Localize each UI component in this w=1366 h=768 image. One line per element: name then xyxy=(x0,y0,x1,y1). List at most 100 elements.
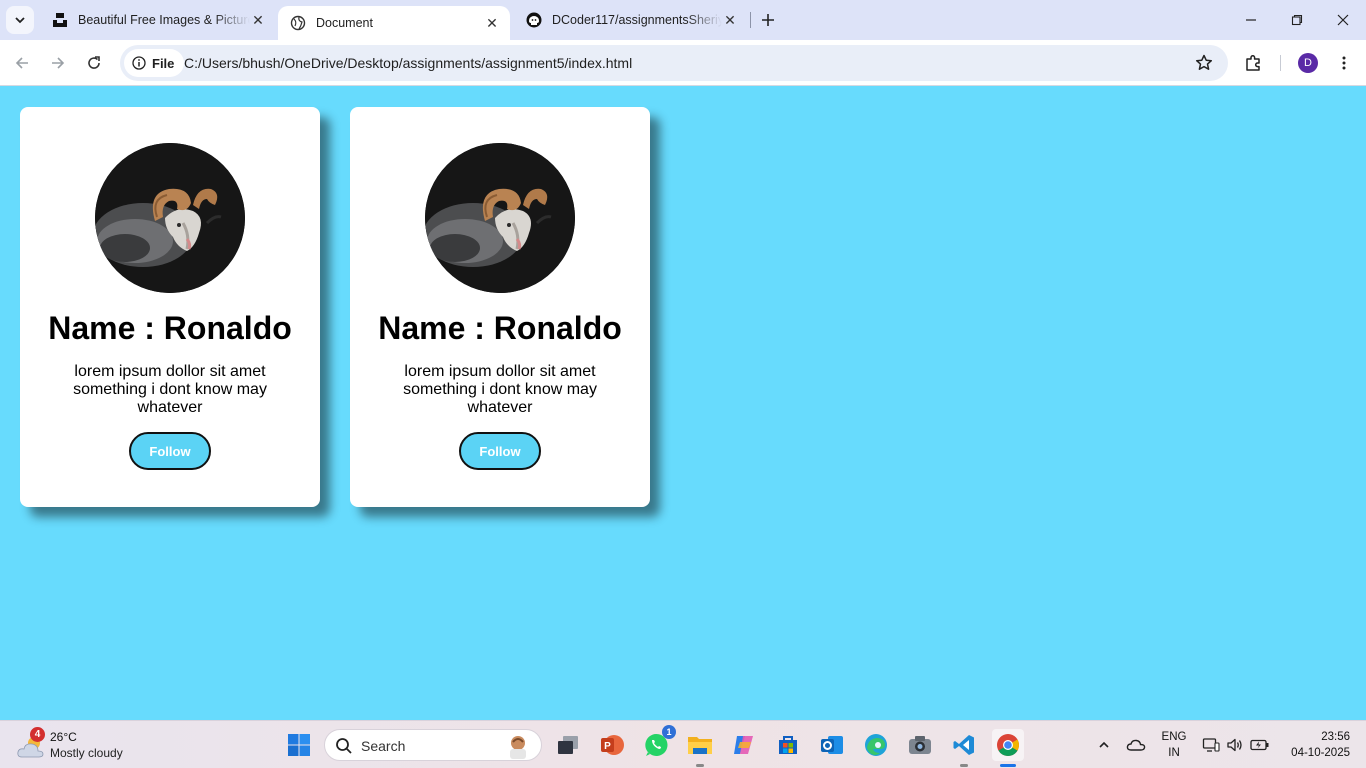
browser-toolbar: File C:/Users/bhush/OneDrive/Desktop/ass… xyxy=(0,40,1366,86)
ram-avatar-image xyxy=(95,143,245,293)
task-view-button[interactable] xyxy=(552,729,584,761)
follow-button[interactable]: Follow xyxy=(459,432,541,470)
task-view-icon xyxy=(558,736,578,754)
outlook-app[interactable] xyxy=(816,729,848,761)
plus-icon xyxy=(762,14,774,26)
running-indicator xyxy=(696,764,704,767)
profile-card: Name : Ronaldo lorem ipsum dollor sit am… xyxy=(20,107,320,507)
forward-button[interactable] xyxy=(44,49,72,77)
camera-icon xyxy=(909,736,931,754)
speaker-icon xyxy=(1227,738,1242,752)
taskbar-search[interactable]: Search xyxy=(324,729,542,761)
bookmark-star-button[interactable] xyxy=(1194,53,1214,73)
language-indicator[interactable]: ENG IN xyxy=(1158,729,1190,761)
tab-strip: Beautiful Free Images & Pictures ✕ Docum… xyxy=(0,0,1366,40)
menu-button[interactable] xyxy=(1332,51,1356,75)
vscode-icon xyxy=(953,735,974,755)
powerpoint-app[interactable]: P xyxy=(596,729,628,761)
weather-condition: Mostly cloudy xyxy=(50,746,123,760)
cloud-icon xyxy=(1126,739,1146,751)
battery-button[interactable] xyxy=(1246,729,1274,761)
profile-avatar[interactable]: D xyxy=(1298,53,1318,73)
microsoft-store-app[interactable] xyxy=(772,729,804,761)
running-indicator xyxy=(1000,764,1016,767)
whatsapp-app[interactable]: 1 xyxy=(640,725,676,761)
vscode-app[interactable] xyxy=(948,729,980,767)
restore-button[interactable] xyxy=(1274,0,1320,40)
store-icon xyxy=(779,736,797,754)
taskbar-clock[interactable]: 23:56 04-10-2025 xyxy=(1284,729,1350,761)
site-info-chip[interactable]: File xyxy=(124,49,185,77)
info-icon xyxy=(132,56,146,70)
minimize-button[interactable] xyxy=(1228,0,1274,40)
tab-github[interactable]: DCoder117/assignmentsSheriyans ✕ xyxy=(514,0,748,40)
tab-search-button[interactable] xyxy=(6,6,34,34)
back-button[interactable] xyxy=(8,49,36,77)
clock-time: 23:56 xyxy=(1321,731,1350,743)
start-button[interactable] xyxy=(283,729,315,761)
network-icon xyxy=(1202,738,1220,752)
volume-button[interactable] xyxy=(1222,729,1248,761)
address-bar[interactable]: File C:/Users/bhush/OneDrive/Desktop/ass… xyxy=(120,45,1228,81)
camera-app[interactable] xyxy=(904,729,936,761)
chevron-up-icon xyxy=(1099,741,1109,748)
search-icon xyxy=(336,738,352,754)
github-icon xyxy=(526,12,542,28)
chrome-icon xyxy=(997,734,1019,756)
weather-temperature: 26°C xyxy=(50,730,77,744)
clock-date: 04-10-2025 xyxy=(1291,747,1350,759)
arrow-left-icon xyxy=(15,57,28,69)
chrome-app[interactable] xyxy=(992,729,1024,767)
star-icon xyxy=(1195,54,1213,70)
profile-name: Name : Ronaldo xyxy=(378,310,622,346)
network-button[interactable] xyxy=(1198,729,1224,761)
battery-charging-icon xyxy=(1250,739,1269,751)
copilot-icon xyxy=(734,736,753,754)
unsplash-icon xyxy=(53,13,67,27)
tab-unsplash[interactable]: Beautiful Free Images & Pictures ✕ xyxy=(40,0,276,40)
arrow-right-icon xyxy=(52,57,65,69)
weather-widget[interactable]: 4 26°C Mostly cloudy xyxy=(16,727,146,763)
folder-icon xyxy=(688,737,712,754)
close-icon[interactable]: ✕ xyxy=(722,12,738,28)
edge-app[interactable] xyxy=(860,729,892,761)
tab-document[interactable]: Document ✕ xyxy=(278,6,510,40)
show-hidden-icons-button[interactable] xyxy=(1090,729,1118,761)
ram-image xyxy=(95,143,245,293)
svg-text:P: P xyxy=(604,741,611,752)
ram-avatar-image xyxy=(425,143,575,293)
windows-icon xyxy=(288,734,310,756)
follow-button[interactable]: Follow xyxy=(129,432,211,470)
edge-icon xyxy=(865,734,887,756)
profile-card: Name : Ronaldo lorem ipsum dollor sit am… xyxy=(350,107,650,507)
puzzle-icon xyxy=(1246,54,1260,71)
notification-badge: 1 xyxy=(662,725,676,739)
ram-image xyxy=(425,143,575,293)
globe-icon xyxy=(290,15,306,31)
copilot-app[interactable] xyxy=(728,729,760,761)
new-tab-button[interactable] xyxy=(756,8,780,32)
search-highlight-icon xyxy=(510,736,526,759)
tab-title: Beautiful Free Images & Pictures xyxy=(78,13,250,27)
language-line2: IN xyxy=(1168,747,1180,759)
onedrive-button[interactable] xyxy=(1122,729,1150,761)
reload-button[interactable] xyxy=(80,49,108,77)
tab-title: DCoder117/assignmentsSheriyans xyxy=(552,13,722,27)
weather-badge: 4 xyxy=(30,727,45,742)
profile-name: Name : Ronaldo xyxy=(48,310,292,346)
powerpoint-icon: P xyxy=(601,735,624,755)
extensions-button[interactable] xyxy=(1242,51,1266,75)
scheme-label: File xyxy=(152,55,175,71)
more-vertical-icon xyxy=(1342,56,1346,70)
page-viewport: Name : Ronaldo lorem ipsum dollor sit am… xyxy=(0,87,1366,720)
url-text[interactable]: C:/Users/bhush/OneDrive/Desktop/assignme… xyxy=(184,55,632,71)
outlook-icon xyxy=(821,736,843,754)
profile-description: lorem ipsum dollor sit amet something i … xyxy=(403,363,597,416)
language-line1: ENG xyxy=(1161,731,1187,743)
toolbar-separator xyxy=(1280,55,1281,71)
close-window-button[interactable] xyxy=(1320,0,1366,40)
close-icon[interactable]: ✕ xyxy=(484,15,500,31)
close-icon[interactable]: ✕ xyxy=(250,12,266,28)
file-explorer-app[interactable] xyxy=(684,729,716,767)
running-indicator xyxy=(960,764,968,767)
